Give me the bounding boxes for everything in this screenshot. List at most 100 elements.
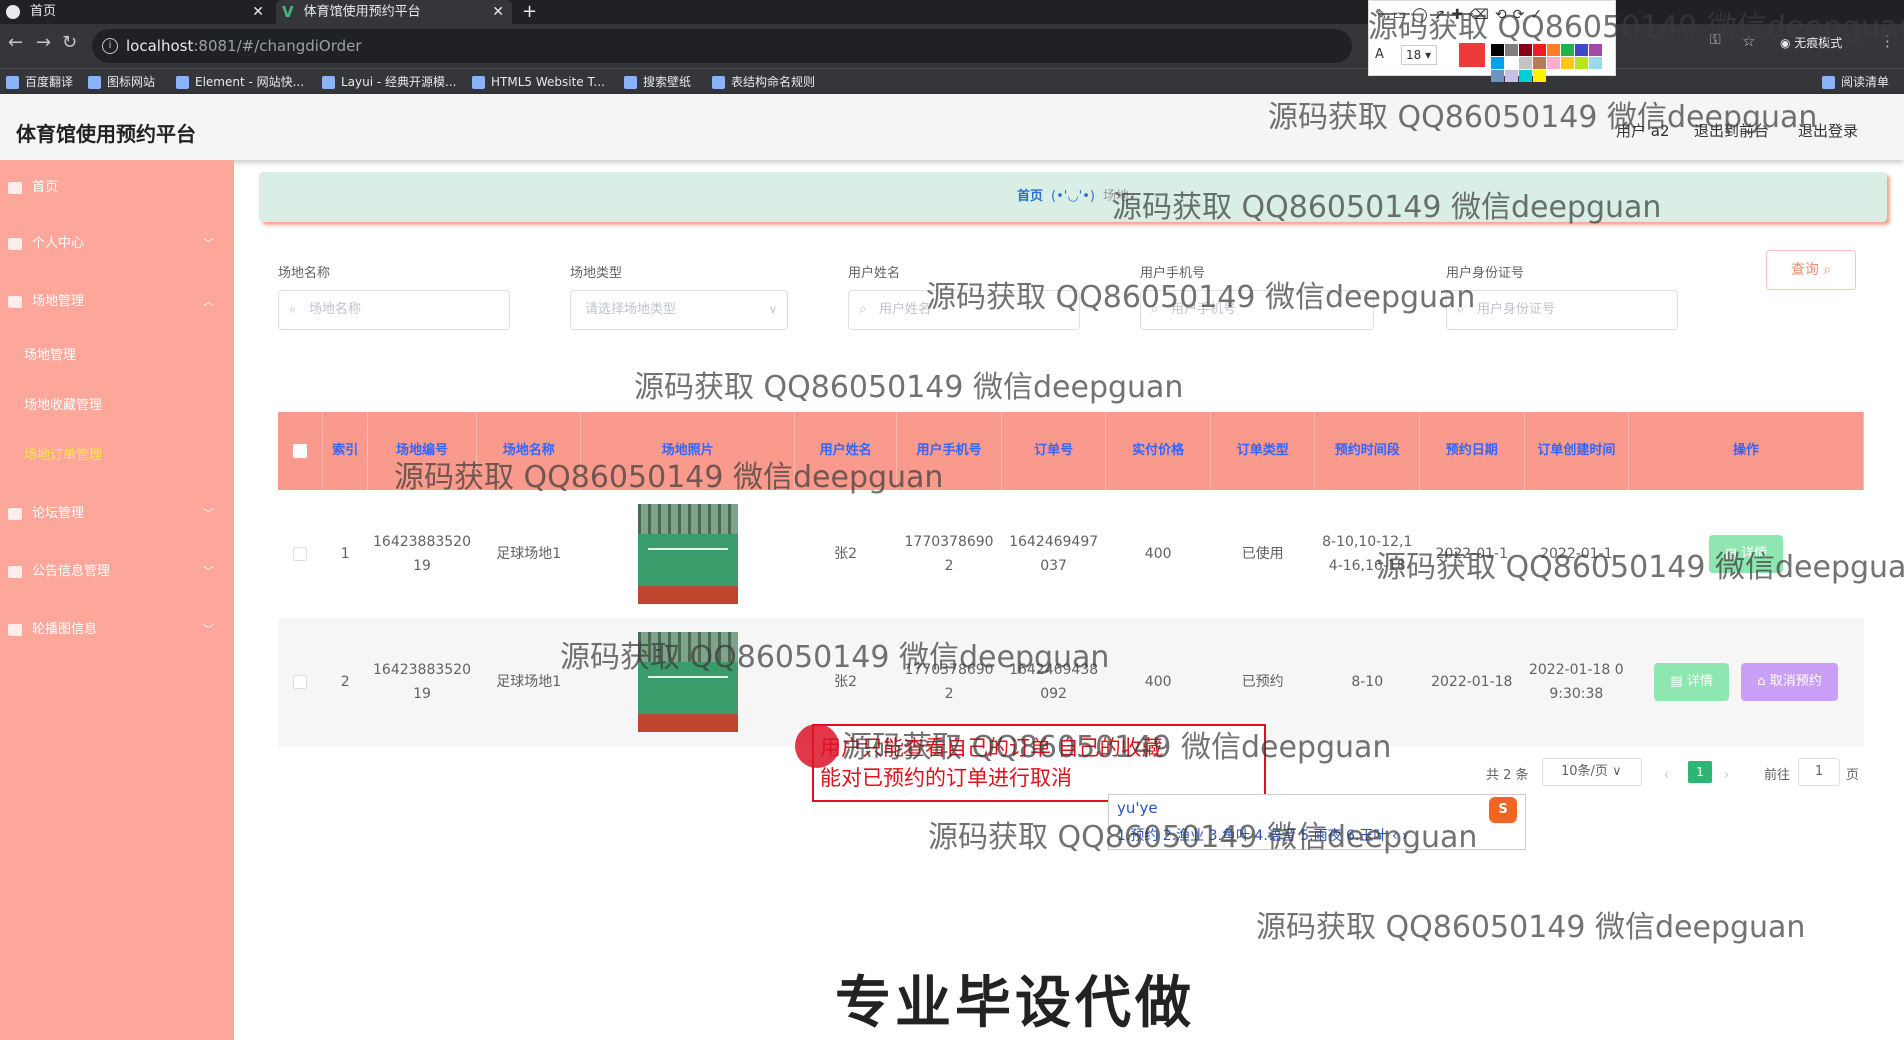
- venue-name-input[interactable]: ⌕ 场地名称: [278, 290, 510, 330]
- user-id-input[interactable]: ⌕ 用户身份证号: [1446, 290, 1678, 330]
- current-color-swatch[interactable]: [1459, 43, 1485, 67]
- sidebar-item-home[interactable]: 首页: [0, 168, 234, 208]
- color-swatch[interactable]: [1505, 70, 1518, 82]
- venue-photo[interactable]: [637, 504, 738, 604]
- select-placeholder: 请选择场地类型: [585, 302, 677, 317]
- cell-venue-no: 1642388352019: [367, 618, 477, 746]
- close-icon[interactable]: ✕: [252, 0, 264, 24]
- row-checkbox[interactable]: [293, 675, 308, 689]
- column-header: 操作: [1628, 412, 1864, 490]
- column-header[interactable]: 订单类型: [1210, 412, 1316, 490]
- color-palette[interactable]: [1491, 43, 1611, 82]
- bookmark-item[interactable]: HTML5 Website T...: [472, 72, 605, 92]
- color-swatch[interactable]: [1561, 57, 1574, 69]
- sidebar-item-forum[interactable]: 论坛管理 ﹀: [0, 494, 234, 534]
- bookmark-icon: [176, 76, 189, 89]
- column-header[interactable]: 预约日期: [1419, 412, 1525, 490]
- color-swatch[interactable]: [1589, 57, 1602, 69]
- bookmark-icon: [712, 76, 725, 89]
- forum-icon: [8, 508, 22, 520]
- column-header[interactable]: 订单创建时间: [1524, 412, 1630, 490]
- color-swatch[interactable]: [1519, 70, 1532, 82]
- sidebar-item-notice[interactable]: 公告信息管理 ﹀: [0, 552, 234, 592]
- sidebar-item-venue[interactable]: 场地管理 ︿: [0, 282, 234, 322]
- globe-icon: [6, 4, 20, 19]
- watermark: 源码获取 QQ86050149 微信deepguan: [1376, 550, 1904, 585]
- color-swatch[interactable]: [1533, 57, 1546, 69]
- column-header[interactable]: 索引: [322, 412, 369, 490]
- cell-venue-no: 1642388352019: [367, 490, 477, 618]
- sidebar-subitem-favorites[interactable]: 场地收藏管理: [0, 386, 234, 426]
- bookmark-label: 表结构命名规则: [731, 75, 816, 89]
- bookmark-item[interactable]: Layui - 经典开源模...: [322, 72, 456, 92]
- sidebar-subitem-venue[interactable]: 场地管理: [0, 336, 234, 376]
- row-checkbox[interactable]: [293, 547, 308, 561]
- cell-price: 400: [1105, 490, 1211, 618]
- sidebar-item-carousel[interactable]: 轮播图信息 ﹀: [0, 610, 234, 650]
- browser-tab-active[interactable]: V 体育馆使用预约平台 ✕: [276, 0, 512, 24]
- sogou-logo-icon: S: [1489, 797, 1517, 823]
- breadcrumb-home[interactable]: 首页: [1017, 189, 1043, 204]
- sidebar-subitem-orders[interactable]: 场地订单管理: [0, 436, 234, 476]
- cell-phone: 17703786902: [896, 490, 1002, 618]
- new-tab-button[interactable]: +: [522, 0, 537, 24]
- goto-page-input[interactable]: 1: [1798, 758, 1840, 786]
- bookmarks-bar: 百度翻译 图标网站 Element - 网站快... Layui - 经典开源模…: [0, 68, 1904, 94]
- bookmark-item[interactable]: 百度翻译: [6, 72, 73, 92]
- bookmark-icon: [88, 76, 101, 89]
- select-all-checkbox[interactable]: [293, 443, 308, 458]
- color-swatch[interactable]: [1519, 57, 1532, 69]
- sidebar-item-profile[interactable]: 个人中心 ﹀: [0, 224, 234, 264]
- watermark: 源码获取 QQ86050149 微信deepguan: [560, 640, 1110, 675]
- info-icon[interactable]: i: [102, 38, 118, 54]
- cell-photo: [580, 490, 795, 618]
- bookmark-label: 百度翻译: [25, 75, 74, 89]
- reload-icon[interactable]: ↻: [62, 32, 77, 53]
- column-header[interactable]: 预约时间段: [1314, 412, 1421, 490]
- font-size-select[interactable]: 18 ▾: [1401, 45, 1437, 65]
- bookmark-item[interactable]: 表结构命名规则: [712, 72, 815, 92]
- cancel-booking-button[interactable]: ⌂ 取消预约: [1741, 663, 1838, 701]
- sidebar-item-label: 场地管理: [32, 294, 85, 309]
- input-placeholder: 用户姓名: [879, 302, 932, 317]
- column-header[interactable]: 订单号: [1001, 412, 1107, 490]
- search-button-label: 查询: [1790, 262, 1819, 278]
- reading-list-button[interactable]: 阅读清单: [1822, 72, 1889, 92]
- page-size-select[interactable]: 10条/页 ∨: [1542, 758, 1642, 786]
- watermark: 源码获取 QQ86050149 微信deepguan: [634, 370, 1184, 405]
- row-select-cell: [278, 618, 323, 746]
- cell-actions: ▤ 详情 ⌂ 取消预约: [1628, 618, 1864, 746]
- watermark: 源码获取 QQ86050149 微信deepguan: [394, 460, 944, 495]
- sidebar-item-label: 公告信息管理: [32, 564, 111, 579]
- chevron-down-icon: ﹀: [203, 507, 214, 520]
- url-input[interactable]: i localhost:8081/#/changdiOrder: [92, 29, 1352, 63]
- chevron-down-icon: ﹀: [203, 237, 214, 250]
- page-number-current[interactable]: 1: [1688, 761, 1712, 783]
- column-header[interactable]: 实付价格: [1105, 412, 1211, 490]
- bookmark-item[interactable]: Element - 网站快...: [176, 72, 304, 92]
- detail-button-label: 详情: [1686, 674, 1713, 689]
- prev-page-icon[interactable]: ‹: [1664, 762, 1669, 790]
- watermark: 源码获取 QQ86050149 微信deepguan: [926, 280, 1476, 315]
- close-icon[interactable]: ✕: [492, 0, 504, 24]
- color-swatch[interactable]: [1575, 57, 1588, 69]
- detail-button[interactable]: ▤ 详情: [1654, 663, 1729, 701]
- color-swatch[interactable]: [1547, 57, 1560, 69]
- sidebar-item-label: 论坛管理: [32, 506, 85, 521]
- color-swatch[interactable]: [1533, 70, 1546, 82]
- tab-label: 首页: [30, 4, 57, 19]
- chevron-down-icon: ﹀: [203, 623, 214, 636]
- bookmark-item[interactable]: 图标网站: [88, 72, 155, 92]
- color-swatch[interactable]: [1491, 57, 1504, 69]
- next-page-icon[interactable]: ›: [1724, 762, 1729, 790]
- venue-type-select[interactable]: 请选择场地类型 ∨: [570, 290, 788, 330]
- back-icon[interactable]: ←: [8, 32, 23, 53]
- bookmark-item[interactable]: 搜索壁纸: [624, 72, 691, 92]
- color-swatch[interactable]: [1505, 57, 1518, 69]
- search-button[interactable]: 查询 ⌕: [1766, 250, 1856, 290]
- sidebar-item-label: 首页: [32, 180, 59, 195]
- browser-tab-home[interactable]: 首页 ✕: [0, 0, 272, 24]
- forward-icon[interactable]: →: [36, 32, 51, 53]
- color-swatch[interactable]: [1491, 70, 1504, 82]
- app-title: 体育馆使用预约平台: [16, 122, 196, 146]
